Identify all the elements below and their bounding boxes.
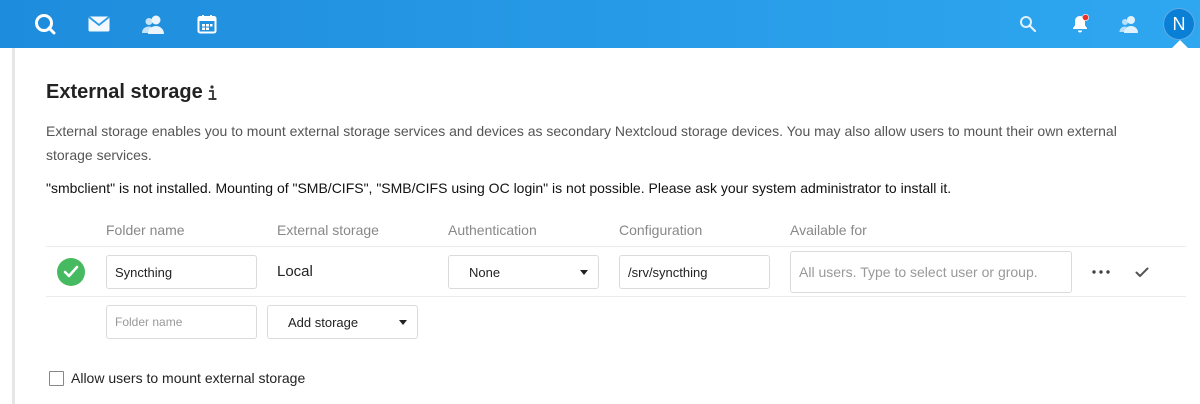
- authentication-value: None: [469, 264, 501, 280]
- user-avatar[interactable]: N: [1163, 8, 1195, 40]
- add-storage-label: Add storage: [288, 314, 359, 330]
- add-storage-select[interactable]: Add storage: [267, 305, 418, 339]
- page-title: External storage: [46, 81, 203, 103]
- notifications-icon[interactable]: [1068, 0, 1092, 48]
- smbclient-warning: "smbclient" is not installed. Mounting o…: [46, 180, 952, 196]
- contacts-menu-icon[interactable]: [1117, 0, 1141, 48]
- top-header-bar: N: [0, 0, 1200, 48]
- chevron-down-icon: [580, 270, 588, 275]
- menu-caret: [1172, 40, 1188, 48]
- authentication-select[interactable]: None: [448, 255, 599, 289]
- column-header-available-for: Available for: [790, 222, 867, 238]
- column-header-external-storage: External storage: [277, 222, 379, 238]
- folder-name-input[interactable]: Syncthing: [106, 255, 257, 289]
- allow-user-mounting-label[interactable]: Allow users to mount external storage: [71, 370, 305, 386]
- external-storage-type: Local: [277, 263, 313, 280]
- status-ok-icon[interactable]: [57, 258, 85, 286]
- column-header-authentication: Authentication: [448, 222, 537, 238]
- save-check-icon[interactable]: [1133, 262, 1151, 282]
- nextcloud-logo-icon[interactable]: [30, 0, 60, 48]
- calendar-icon[interactable]: [195, 0, 219, 48]
- search-icon[interactable]: [1017, 0, 1039, 48]
- info-icon[interactable]: [205, 83, 221, 103]
- table-divider: [46, 246, 1186, 247]
- mail-icon[interactable]: [86, 0, 112, 48]
- more-options-icon[interactable]: [1090, 262, 1112, 282]
- section-description: External storage enables you to mount ex…: [46, 123, 1117, 163]
- column-header-folder-name: Folder name: [106, 222, 185, 238]
- new-folder-name-input[interactable]: Folder name: [106, 305, 257, 339]
- contacts-icon[interactable]: [140, 0, 166, 48]
- available-for-input[interactable]: All users. Type to select user or group.: [790, 251, 1072, 293]
- column-header-configuration: Configuration: [619, 222, 703, 238]
- configuration-datadir-input[interactable]: /srv/syncthing: [619, 255, 770, 289]
- table-divider: [46, 296, 1186, 297]
- allow-user-mounting-checkbox[interactable]: [49, 371, 64, 386]
- content-left-border: [12, 48, 15, 404]
- chevron-down-icon: [399, 320, 407, 325]
